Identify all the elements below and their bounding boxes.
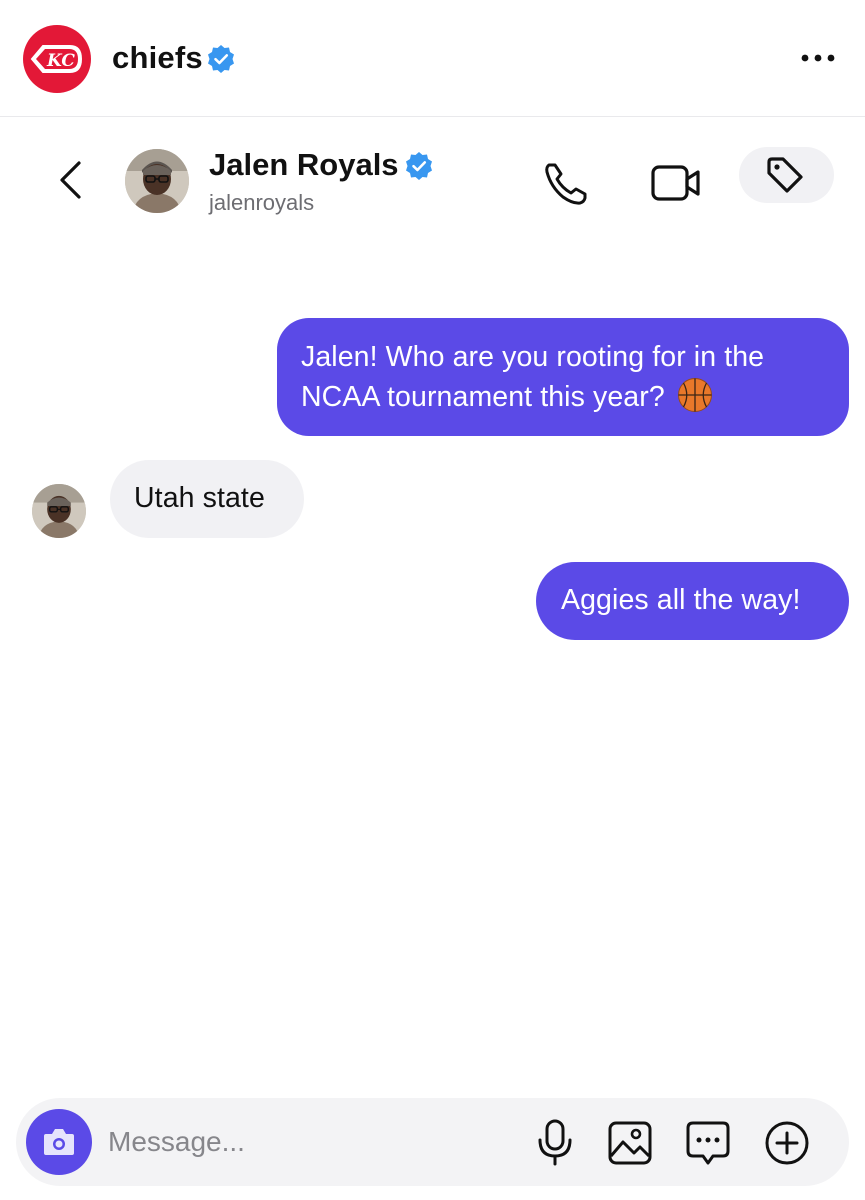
chevron-left-icon[interactable] <box>52 157 92 203</box>
message-ellipsis-icon[interactable] <box>683 1118 733 1168</box>
microphone-icon[interactable] <box>533 1118 577 1168</box>
image-icon[interactable] <box>606 1118 654 1168</box>
verified-badge-icon <box>404 151 434 181</box>
account-name[interactable]: chiefs <box>112 38 203 78</box>
phone-icon[interactable] <box>540 157 592 209</box>
chiefs-logo[interactable]: KC <box>23 25 91 93</box>
sender-avatar[interactable] <box>32 484 86 538</box>
contact-avatar[interactable] <box>125 149 189 213</box>
incoming-message-bubble[interactable]: Utah state <box>110 460 304 538</box>
outgoing-message-bubble[interactable]: Aggies all the way! <box>536 562 849 640</box>
tag-icon <box>767 157 803 193</box>
verified-badge-icon <box>206 44 236 74</box>
contact-username: jalenroyals <box>209 190 315 215</box>
outgoing-message-bubble[interactable]: Jalen! Who are you rooting for in the NC… <box>277 318 849 436</box>
camera-icon <box>44 1129 74 1155</box>
more-horizontal-icon[interactable] <box>797 44 839 72</box>
conversation-header: Jalen Royals jalenroyals <box>0 117 865 237</box>
message-input[interactable] <box>108 1120 508 1164</box>
account-header: KC chiefs <box>0 0 865 117</box>
message-text: Utah state <box>134 482 265 514</box>
contact-name[interactable]: Jalen Royals <box>209 145 399 185</box>
plus-circle-icon[interactable] <box>762 1118 812 1168</box>
logo-lettering: KC <box>46 51 75 71</box>
video-camera-icon[interactable] <box>648 159 704 207</box>
tag-button[interactable] <box>739 147 834 203</box>
camera-button[interactable] <box>26 1109 92 1175</box>
message-text: Aggies all the way! <box>561 584 801 616</box>
basketball-emoji <box>677 377 713 424</box>
message-composer <box>16 1098 849 1186</box>
